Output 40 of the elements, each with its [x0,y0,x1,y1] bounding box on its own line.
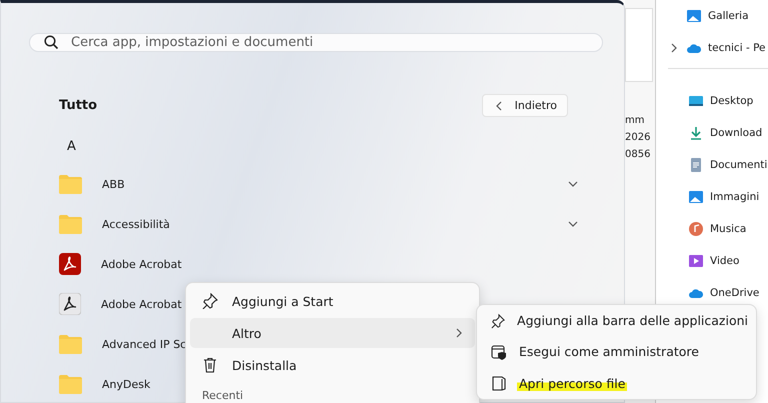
file-label: 0856 [625,148,652,161]
trash-icon [202,357,218,373]
nav-item[interactable]: Immagini [710,191,760,203]
file-label: 2026 [625,131,652,144]
menu-item[interactable]: Aggiungi alla barra delle applicazioni [515,313,750,328]
pdf-app-icon [59,253,81,275]
pin-icon [491,312,506,329]
search-icon [44,35,59,50]
search-field[interactable]: Cerca app, impostazioni e documenti [29,33,603,52]
nav-item[interactable]: tecnici - Pe [708,42,766,54]
nav-item[interactable]: Documenti [710,159,768,171]
nav-item[interactable]: OneDrive [710,287,760,299]
letter-heading[interactable]: A [67,139,76,154]
app-name[interactable]: Accessibilità [102,218,567,230]
pdf-app-icon [59,293,81,315]
back-button[interactable]: Indietro [482,94,568,117]
menu-item[interactable]: Altro [190,318,475,348]
file-label: mm [625,114,646,127]
pin-icon [202,293,218,309]
shield-window-icon [491,344,507,360]
menu-item[interactable]: Disinstalla [190,350,475,380]
download-icon [688,125,704,141]
app-name[interactable]: Adobe Acrobat [101,258,579,270]
section-label: Recenti [202,389,244,402]
section-title: Tutto [59,98,98,113]
desktop-icon [688,93,704,109]
nav-item[interactable]: Musica [710,223,746,235]
image-icon [686,8,702,24]
music-icon [688,221,704,237]
app-name[interactable]: ABB [102,178,567,190]
menu-item[interactable]: Esegui come amministratore [517,344,701,360]
video-icon [688,253,704,269]
nav-item[interactable]: Download [710,127,762,139]
search-input[interactable]: Cerca app, impostazioni e documenti [69,34,588,51]
menu-item[interactable]: Aggiungi a Start [190,286,475,316]
image-icon [688,189,704,205]
nav-item[interactable]: Video [710,255,740,267]
nav-item[interactable]: Galleria [708,10,749,22]
nav-item[interactable]: Desktop [710,95,754,107]
document-icon [688,157,704,173]
